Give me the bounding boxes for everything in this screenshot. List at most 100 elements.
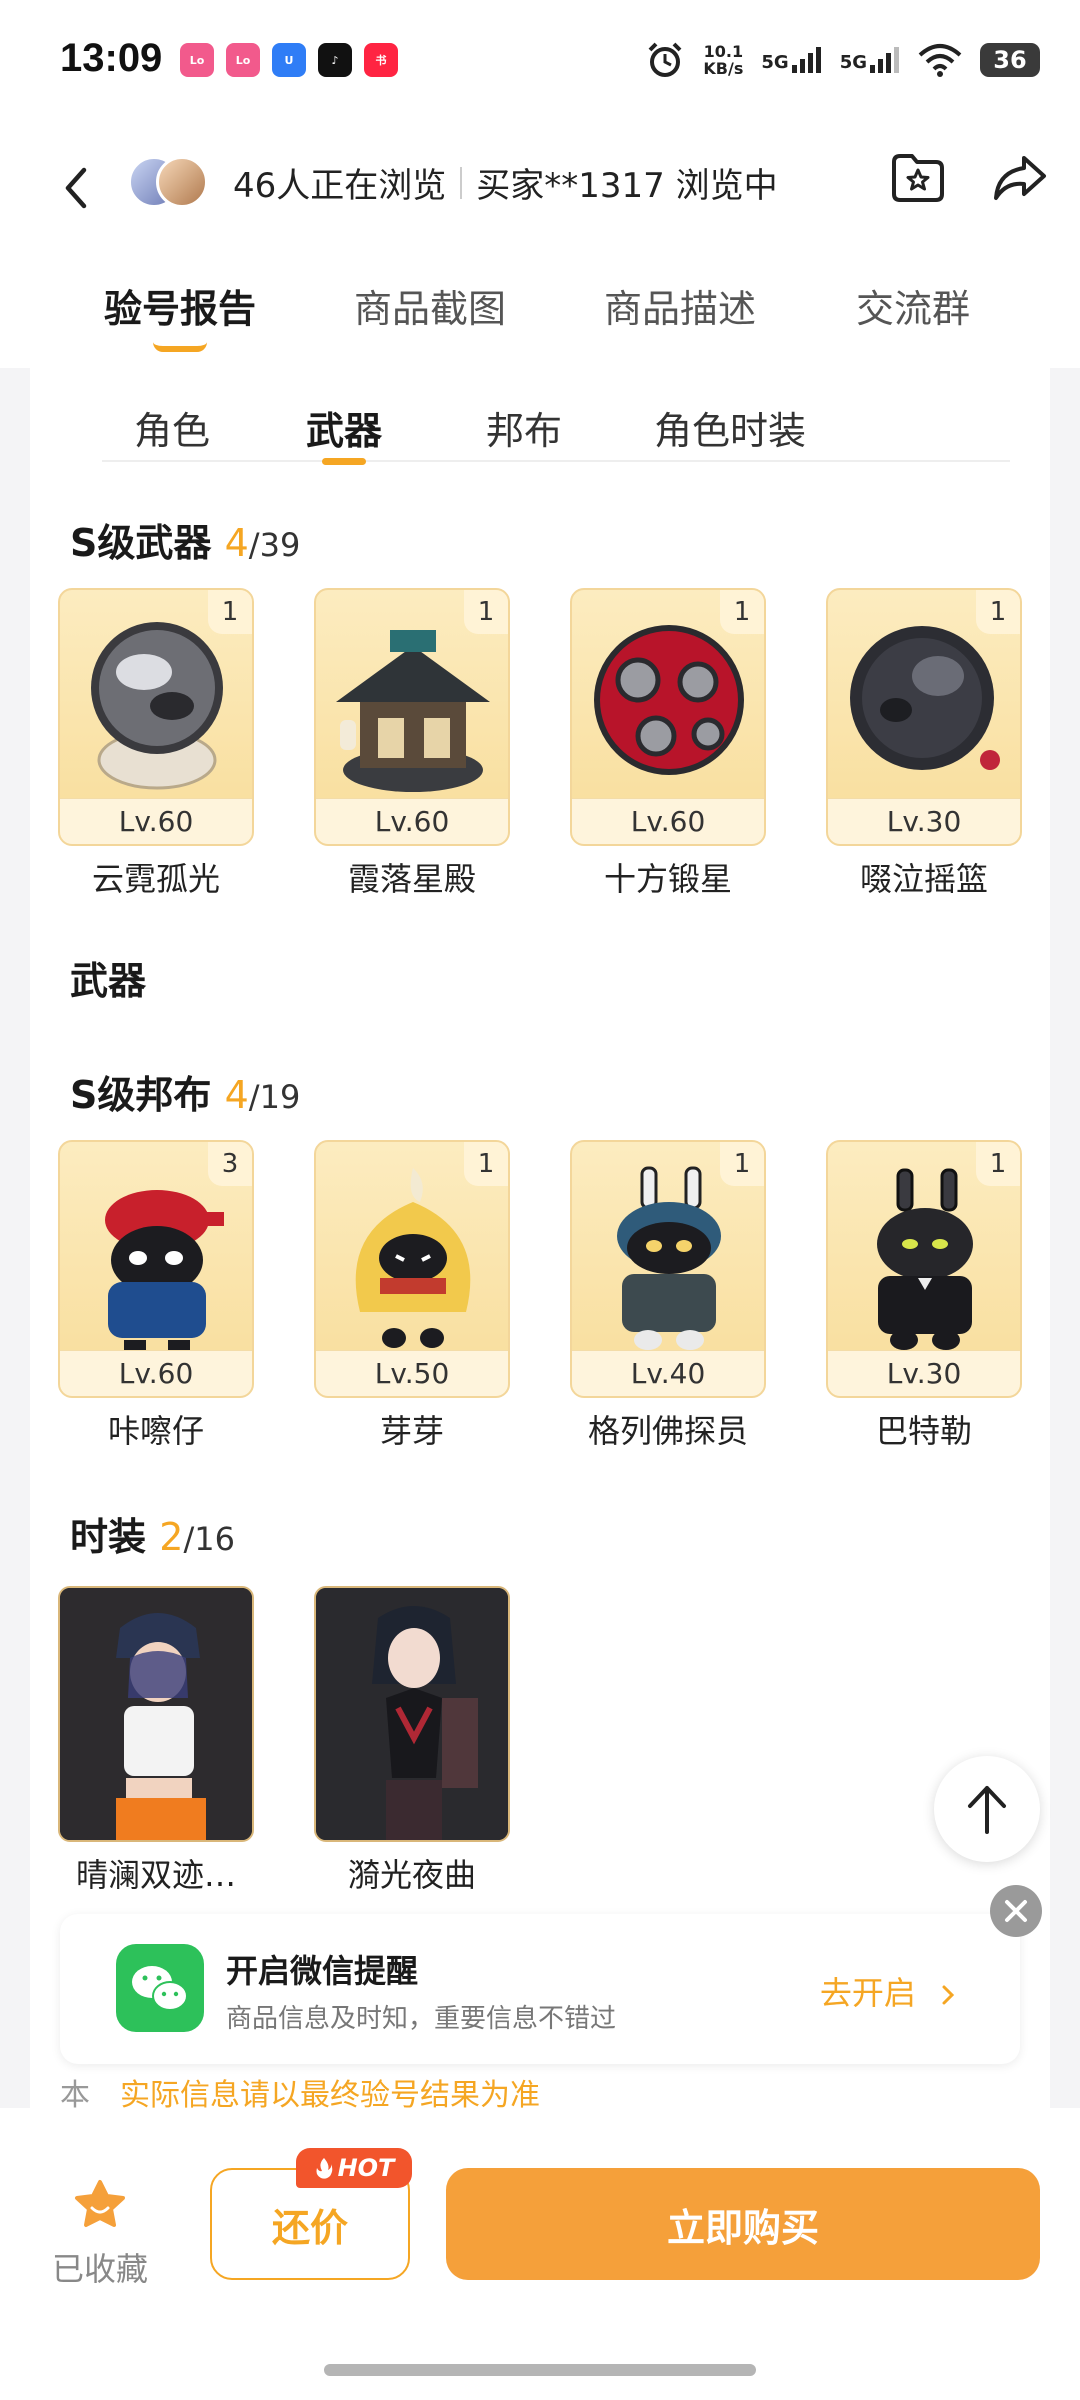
bangboo-yaya-image (355, 1168, 471, 1348)
s-weapons-title: S级武器 4/39 (70, 512, 300, 567)
hot-badge: HOT (296, 2148, 412, 2188)
chevron-right-icon (942, 1985, 955, 2005)
tab-label: 商品截图 (354, 287, 507, 331)
item-name: 霞落星殿 (347, 860, 476, 898)
share-icon[interactable] (990, 148, 1050, 208)
report-subtabs: 角色 武器 邦布 角色时装 (102, 388, 1010, 465)
weapon-item[interactable]: 1 Lv.60 云霓孤光 (58, 588, 254, 900)
weapon-item[interactable]: 1 Lv.30 啜泣摇篮 (826, 588, 1022, 900)
quantity-badge: 1 (208, 590, 252, 634)
close-banner-button[interactable] (990, 1885, 1042, 1937)
bangboo-item[interactable]: 3 Lv.60 咔嚓仔 (58, 1140, 254, 1452)
report-card: 角色 武器 邦布 角色时装 S级武器 4/39 1 Lv.60 云霓孤光 1 L… (30, 368, 1050, 2108)
subtab-label: 角色时装 (654, 409, 807, 453)
status-indicators: 10.1 KB/s 5G 5G 36 (645, 40, 1040, 80)
weapon-item[interactable]: 1 Lv.60 十方锻星 (570, 588, 766, 900)
tab-label: 验号报告 (104, 287, 257, 331)
wechat-icon (116, 1944, 204, 2032)
bangboo-item[interactable]: 1 Lv.50 芽芽 (314, 1140, 510, 1452)
level-label: Lv.60 (316, 798, 508, 844)
item-name: 芽芽 (379, 1412, 444, 1450)
bangboo-camera-image (105, 1190, 224, 1352)
battery-indicator: 36 (980, 43, 1040, 77)
skin-item[interactable]: 晴澜双迹… (58, 1586, 254, 1896)
quantity-badge: 1 (720, 1142, 764, 1186)
quantity-badge: 1 (464, 1142, 508, 1186)
wifi-icon (918, 44, 962, 77)
disclaimer-highlight: 实际信息请以最终验号结果为准 (120, 2078, 540, 2108)
app-u-icon: U (272, 43, 306, 77)
favorite-folder-icon[interactable] (888, 148, 948, 208)
weapon-red-sphere-image (594, 625, 744, 775)
weapon-item[interactable]: 1 Lv.60 霞落星殿 (314, 588, 510, 900)
owned-count: 4 (224, 521, 249, 565)
bottom-action-bar: 已收藏 还价 HOT 立即购买 (0, 2108, 1080, 2400)
status-time: 13:09 (60, 36, 163, 80)
item-name: 格列佛探员 (587, 1412, 748, 1450)
disclaimer-prefix: 本 (60, 2078, 90, 2108)
tab-product-screenshots[interactable]: 商品截图 (354, 278, 506, 333)
subtab-character-skins[interactable]: 角色时装 (654, 400, 806, 455)
level-label: Lv.60 (60, 1350, 252, 1396)
item-tile: 1 Lv.60 (58, 588, 254, 846)
bangboo-butler-image (877, 1168, 973, 1350)
tab-product-description[interactable]: 商品描述 (604, 278, 756, 333)
level-label: Lv.30 (828, 1350, 1020, 1396)
wechat-reminder-banner[interactable]: 开启微信提醒 商品信息及时知，重要信息不错过 去开启 (60, 1914, 1020, 2064)
weapon-orb-image (91, 622, 223, 790)
subtab-characters[interactable]: 角色 (134, 400, 210, 455)
favorited-button[interactable]: 已收藏 (40, 2178, 160, 2290)
scroll-to-top-button[interactable] (934, 1756, 1040, 1862)
subtab-weapons[interactable]: 武器 (306, 400, 383, 465)
skins-title: 时装 2/16 (70, 1506, 235, 1561)
skin-tile (58, 1586, 254, 1842)
total-count: /16 (183, 1520, 235, 1558)
item-name: 咔嚓仔 (107, 1412, 204, 1450)
tab-chat-group[interactable]: 交流群 (856, 278, 970, 333)
flame-icon (316, 2158, 332, 2179)
bangboo-item[interactable]: 1 Lv.40 格列佛探员 (570, 1140, 766, 1452)
tab-inspection-report[interactable]: 验号报告 (104, 278, 257, 352)
item-name: 巴特勒 (875, 1412, 972, 1450)
skin-character-image (60, 1588, 252, 1840)
s-bangboo-title: S级邦布 4/19 (70, 1064, 300, 1119)
subtab-label: 邦布 (486, 409, 563, 453)
item-name: 啜泣摇篮 (859, 860, 988, 898)
signal-icon: 5G (761, 47, 821, 73)
net-speed-value: 10.1 (703, 42, 744, 61)
total-count: /19 (248, 1078, 301, 1116)
home-indicator[interactable] (324, 2364, 756, 2376)
main-tabs: 验号报告 商品截图 商品描述 交流群 (0, 278, 1080, 368)
weapon-pavilion-image (336, 630, 490, 792)
bangboo-item[interactable]: 1 Lv.30 巴特勒 (826, 1140, 1022, 1452)
level-label: Lv.30 (828, 798, 1020, 844)
quantity-badge: 1 (464, 590, 508, 634)
status-bar: 13:09 Lo Lo U ♪ 书 10.1 KB/s 5G 5G 36 (0, 0, 1080, 128)
status-notification-icons: Lo Lo U ♪ 书 (180, 43, 398, 77)
net-speed-unit: KB/s (703, 59, 744, 78)
owned-count: 4 (224, 1073, 249, 1117)
tiktok-icon: ♪ (318, 43, 352, 77)
item-tile: 1 Lv.60 (314, 588, 510, 846)
page-header: 46人正在浏览 买家**1317 浏览中 验号报告 商品截图 商品描述 交流群 (0, 128, 1080, 368)
skin-item[interactable]: 漪光夜曲 (314, 1586, 510, 1896)
subtab-bangboo[interactable]: 邦布 (486, 400, 562, 455)
skin-tile (314, 1586, 510, 1842)
total-count: /39 (248, 526, 301, 564)
subtab-label: 角色 (134, 409, 211, 453)
subtab-label: 武器 (306, 409, 383, 453)
quantity-badge: 1 (976, 1142, 1020, 1186)
buy-now-button[interactable]: 立即购买 (446, 2168, 1040, 2280)
wechat-enable-link[interactable]: 去开启 (820, 1968, 960, 2014)
signal-label: 5G (761, 52, 789, 73)
back-icon[interactable] (56, 158, 96, 218)
section-title-text: S级武器 (70, 521, 212, 565)
subtab-active-indicator (322, 458, 366, 465)
skin-character-image (316, 1588, 508, 1840)
bangboo-gulliver-image (617, 1166, 721, 1350)
arrow-up-icon (968, 1786, 1006, 1834)
weapon-dark-sphere-image (850, 626, 1000, 770)
signal-icon-2: 5G (840, 47, 900, 73)
lofter-icon: Lo (180, 43, 214, 77)
item-tile: 1 Lv.60 (570, 588, 766, 846)
